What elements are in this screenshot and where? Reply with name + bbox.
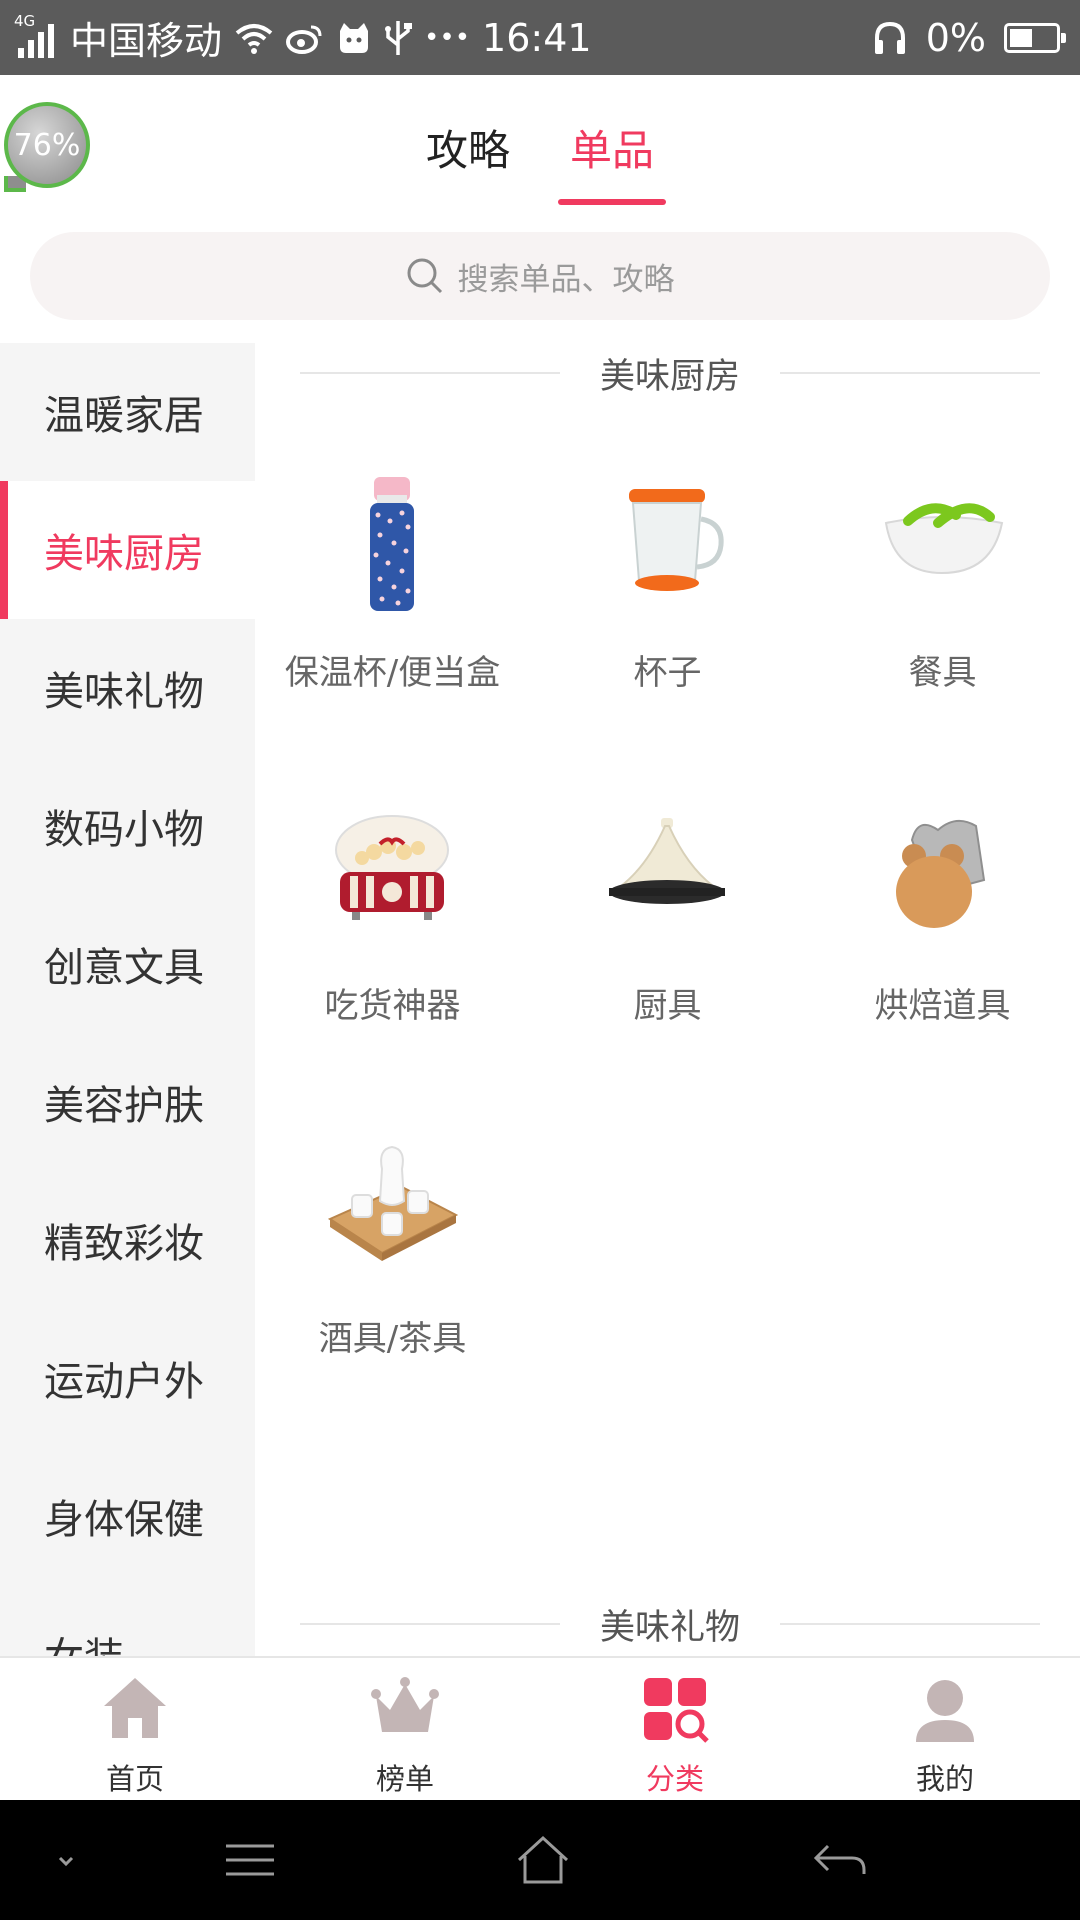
category-sidebar[interactable]: 温暖家居 美味厨房 美味礼物 数码小物 创意文具 美容护肤 精致彩妆 运动户外 … — [0, 343, 255, 1656]
sidebar-item-womens-wear[interactable]: 女装 — [0, 1585, 255, 1656]
category-label: 烘焙道具 — [874, 986, 1011, 1026]
battery-percent: 0% — [925, 15, 986, 60]
sidebar-item-health[interactable]: 身体保健 — [0, 1447, 255, 1585]
nav-label: 我的 — [915, 1762, 974, 1796]
sidebar-item-label: 女装 — [44, 1625, 124, 1656]
category-search-icon — [644, 1678, 709, 1743]
nav-profile[interactable]: 我的 — [810, 1658, 1080, 1802]
sidebar-item-label: 温暖家居 — [44, 393, 204, 439]
tab-indicator — [558, 199, 666, 205]
cat-app-icon — [340, 22, 369, 53]
sidebar-item-label: 美味礼物 — [44, 669, 204, 715]
sidebar-item-digital[interactable]: 数码小物 — [0, 757, 255, 895]
nav-label: 首页 — [105, 1762, 164, 1796]
section-header: 美味礼物 — [300, 1599, 1040, 1649]
category-tile[interactable]: 保温杯/便当盒 — [255, 453, 530, 753]
search-icon — [407, 258, 442, 294]
top-tabs: 攻略 单品 — [0, 75, 1080, 205]
section-header: 美味厨房 — [300, 348, 1040, 398]
chevron-down-icon[interactable] — [36, 1830, 96, 1890]
weibo-icon — [286, 25, 322, 54]
clock: 16:41 — [482, 15, 592, 60]
nav-label: 分类 — [645, 1762, 704, 1796]
tagine-pot-image — [609, 818, 725, 904]
status-bar: 4G 中国移动 ••• 16:41 0% — [0, 0, 1080, 75]
sidebar-item-makeup[interactable]: 精致彩妆 — [0, 1171, 255, 1309]
system-nav-bar — [0, 1800, 1080, 1920]
sidebar-item-label: 创意文具 — [44, 945, 204, 991]
glass-mug-image — [629, 489, 724, 591]
sidebar-item-label: 美容护肤 — [44, 1083, 204, 1129]
wifi-icon — [235, 23, 273, 54]
sidebar-item-kitchen[interactable]: 美味厨房 — [0, 481, 255, 619]
sidebar-item-label: 数码小物 — [44, 807, 204, 853]
crown-icon — [371, 1677, 439, 1732]
category-label: 杯子 — [633, 653, 702, 693]
search-bar[interactable]: 搜索单品、攻略 — [30, 232, 1050, 320]
category-label: 保温杯/便当盒 — [284, 653, 501, 693]
home-button-icon[interactable] — [513, 1830, 573, 1890]
popcorn-maker-image — [335, 815, 449, 920]
category-label: 餐具 — [908, 653, 977, 693]
more-notifications-icon: ••• — [424, 22, 471, 53]
thermos-bottle-image — [370, 477, 414, 611]
category-tile[interactable]: 酒具/茶具 — [255, 1119, 530, 1419]
sidebar-item-skincare[interactable]: 美容护肤 — [0, 1033, 255, 1171]
sidebar-item-label: 身体保健 — [44, 1497, 204, 1543]
category-tile[interactable]: 杯子 — [530, 453, 805, 753]
category-tile[interactable]: 烘焙道具 — [805, 786, 1080, 1086]
profile-icon — [916, 1680, 974, 1742]
back-icon[interactable] — [810, 1830, 870, 1890]
nav-ranking[interactable]: 榜单 — [270, 1658, 540, 1802]
battery-icon — [1004, 22, 1066, 53]
nav-home[interactable]: 首页 — [0, 1658, 270, 1802]
category-label: 酒具/茶具 — [318, 1319, 467, 1359]
menu-icon[interactable] — [220, 1830, 280, 1890]
sidebar-item-food-gifts[interactable]: 美味礼物 — [0, 619, 255, 757]
tea-set-image — [327, 1145, 459, 1261]
headphones-icon — [874, 21, 905, 54]
section-title: 美味礼物 — [599, 1608, 740, 1648]
category-tile[interactable]: 厨具 — [530, 786, 805, 1086]
category-label: 厨具 — [633, 986, 702, 1026]
category-label: 吃货神器 — [324, 986, 461, 1026]
category-content[interactable]: 美味厨房 保温杯/便当盒 杯子 餐具 吃货神器 厨具 烘焙道具 酒具/茶具 美味… — [255, 343, 1080, 1656]
salad-bowl-image — [884, 503, 1004, 575]
tab-guides[interactable]: 攻略 — [426, 117, 510, 178]
category-tile[interactable]: 餐具 — [805, 453, 1080, 753]
sidebar-item-label: 精致彩妆 — [44, 1221, 204, 1267]
category-tile[interactable]: 吃货神器 — [255, 786, 530, 1086]
carrier-name: 中国移动 — [70, 19, 223, 63]
sidebar-item-stationery[interactable]: 创意文具 — [0, 895, 255, 1033]
usb-icon — [385, 20, 413, 55]
home-icon — [104, 1678, 166, 1738]
sidebar-item-warm-home[interactable]: 温暖家居 — [0, 343, 255, 481]
sidebar-item-label: 美味厨房 — [44, 531, 204, 577]
tab-items[interactable]: 单品 — [570, 117, 654, 178]
bottom-nav: 首页 榜单 分类 我的 — [0, 1656, 1080, 1800]
section-title: 美味厨房 — [599, 357, 740, 397]
nav-label: 榜单 — [375, 1762, 434, 1796]
sidebar-item-outdoor[interactable]: 运动户外 — [0, 1309, 255, 1447]
sidebar-item-label: 运动户外 — [44, 1359, 204, 1405]
search-placeholder: 搜索单品、攻略 — [457, 261, 675, 298]
baking-mold-image — [896, 819, 986, 928]
nav-category[interactable]: 分类 — [540, 1658, 810, 1802]
signal-icon: 4G — [14, 12, 58, 60]
